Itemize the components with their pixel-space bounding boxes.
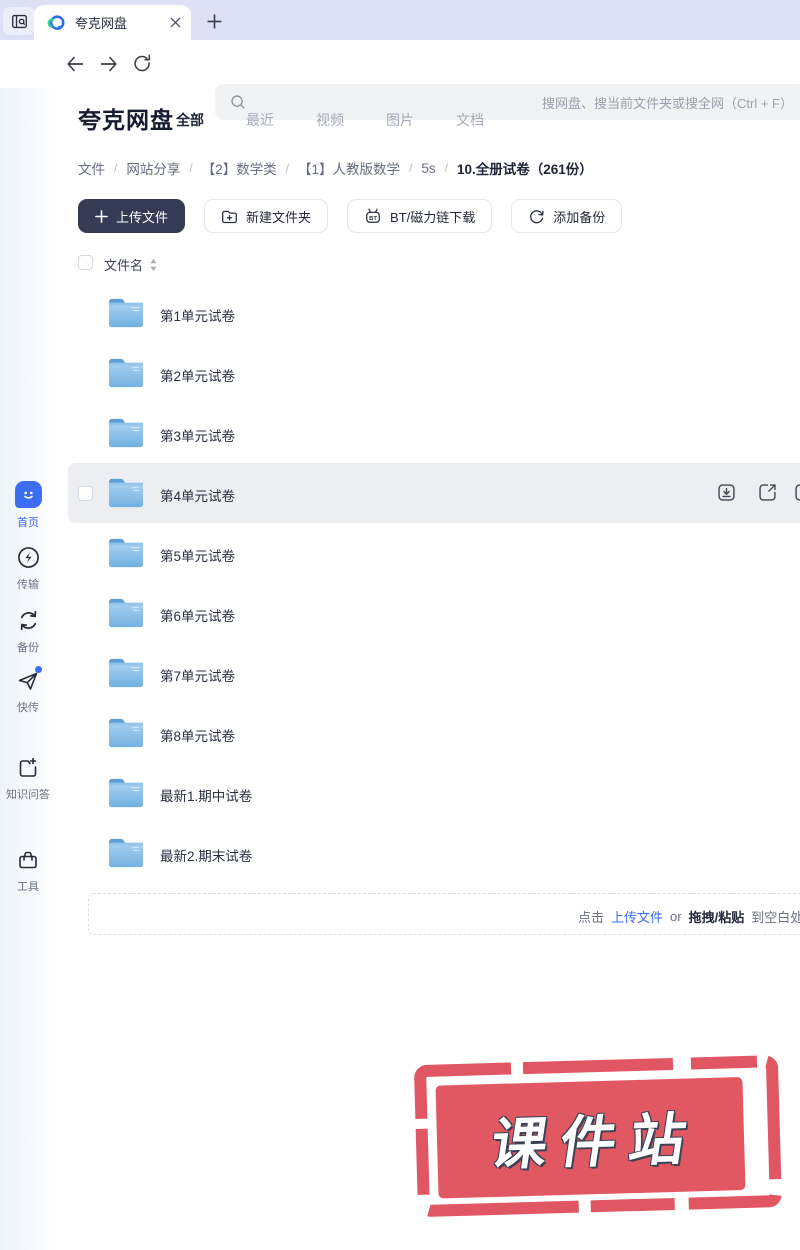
folder-icon — [106, 475, 145, 510]
refresh-icon[interactable] — [132, 53, 153, 79]
watermark-stamp: 课件站 — [410, 1051, 792, 1225]
file-row[interactable]: 第1单元试卷 — [0, 283, 800, 343]
tab-search-icon[interactable] — [3, 7, 35, 35]
browser-tab[interactable]: 夸克网盘 — [34, 5, 191, 40]
sort-icon[interactable] — [149, 258, 158, 277]
folder-icon — [106, 775, 145, 810]
download-icon[interactable] — [716, 482, 737, 508]
folder-icon — [106, 415, 145, 450]
tab-all[interactable]: 全部 — [176, 110, 204, 130]
action-bar: 上传文件 新建文件夹 BT BT/磁力链下载 添加备份 — [78, 199, 623, 233]
file-list: 第1单元试卷 第2单元试卷 第3单元试卷 第4单元试卷 第5单元试卷 第6单元试… — [0, 283, 800, 883]
add-backup-icon — [528, 208, 545, 225]
file-name: 第3单元试卷 — [160, 429, 236, 444]
breadcrumb-separator: / — [189, 161, 193, 175]
open-external-icon[interactable] — [757, 482, 778, 508]
file-name: 第8单元试卷 — [160, 729, 236, 744]
file-name: 第2单元试卷 — [160, 369, 236, 384]
new-folder-icon — [221, 208, 238, 225]
select-all-checkbox[interactable] — [78, 255, 93, 270]
new-folder-label: 新建文件夹 — [246, 209, 312, 225]
new-tab-icon[interactable] — [203, 10, 225, 32]
add-backup-label: 添加备份 — [553, 209, 606, 225]
tab-document[interactable]: 文档 — [456, 110, 484, 130]
forward-icon[interactable] — [98, 53, 120, 80]
tab-image[interactable]: 图片 — [386, 110, 414, 130]
breadcrumb-separator: / — [409, 161, 413, 175]
tab-recent[interactable]: 最近 — [246, 110, 274, 130]
upload-hint-text: 到空白处上传 — [751, 910, 800, 925]
bt-magnet-icon: BT — [364, 207, 382, 225]
file-name: 第6单元试卷 — [160, 609, 236, 624]
file-row[interactable]: 第8单元试卷 — [0, 703, 800, 763]
breadcrumb-separator: / — [444, 161, 449, 175]
quark-logo-icon — [46, 13, 66, 33]
upload-hint-text: or — [670, 909, 682, 924]
back-icon[interactable] — [64, 53, 86, 80]
folder-icon — [106, 535, 145, 570]
file-name: 第5单元试卷 — [160, 549, 236, 564]
file-row[interactable]: 第5单元试卷 — [0, 523, 800, 583]
svg-text:BT: BT — [369, 216, 377, 222]
file-name: 第4单元试卷 — [160, 489, 236, 504]
browser-window: 夸克网盘 搜网盘、搜当前文件夹或搜全网（Ctrl + F） 首页 传输 备份 快… — [0, 0, 800, 1250]
tab-title: 夸克网盘 — [75, 16, 128, 31]
close-tab-icon[interactable] — [170, 17, 181, 28]
folder-icon — [106, 835, 145, 870]
upload-hint: 点击 上传文件 or 拖拽/粘贴 到空白处上传 — [578, 907, 800, 926]
file-row[interactable]: 第7单元试卷 — [0, 643, 800, 703]
breadcrumb: 文件 / 网站分享 / 【2】数学类 / 【1】人教版数学 / 5s / 10.… — [78, 158, 593, 178]
folder-icon — [106, 355, 145, 390]
browser-tab-bar: 夸克网盘 — [0, 0, 800, 40]
breadcrumb-item[interactable]: 【1】人教版数学 — [298, 158, 400, 178]
file-row[interactable]: 第6单元试卷 — [0, 583, 800, 643]
action-icon-partial[interactable] — [793, 482, 800, 508]
file-list-header: 文件名 — [0, 250, 800, 278]
search-icon — [229, 93, 247, 111]
watermark-text: 课件站 — [486, 1107, 704, 1177]
breadcrumb-item[interactable]: 网站分享 — [126, 158, 180, 178]
bt-magnet-label: BT/磁力链下载 — [390, 209, 476, 225]
upload-hint-drag: 拖拽/粘贴 — [688, 910, 745, 925]
upload-hint-text: 点击 — [578, 910, 605, 925]
file-row[interactable]: 最新2.期末试卷 — [0, 823, 800, 883]
file-row[interactable]: 第3单元试卷 — [0, 403, 800, 463]
folder-icon — [106, 295, 145, 330]
breadcrumb-item[interactable]: 5s — [421, 161, 435, 176]
search-placeholder: 搜网盘、搜当前文件夹或搜全网（Ctrl + F） — [542, 95, 793, 111]
bt-magnet-download-button[interactable]: BT BT/磁力链下载 — [347, 199, 493, 233]
file-name: 最新2.期末试卷 — [160, 849, 253, 864]
breadcrumb-item[interactable]: 文件 — [78, 158, 105, 178]
tab-video[interactable]: 视频 — [316, 110, 344, 130]
file-row[interactable]: 第2单元试卷 — [0, 343, 800, 403]
browser-toolbar: 搜网盘、搜当前文件夹或搜全网（Ctrl + F） — [0, 40, 800, 120]
breadcrumb-separator: / — [114, 161, 118, 175]
add-backup-button[interactable]: 添加备份 — [511, 199, 623, 233]
file-name: 第1单元试卷 — [160, 309, 236, 324]
row-checkbox[interactable] — [78, 486, 93, 501]
upload-file-button[interactable]: 上传文件 — [78, 199, 186, 233]
folder-icon — [106, 715, 145, 750]
plus-icon — [95, 209, 108, 223]
folder-icon — [106, 595, 145, 630]
new-folder-button[interactable]: 新建文件夹 — [204, 199, 329, 233]
file-row[interactable]: 最新1.期中试卷 — [0, 763, 800, 823]
file-name: 第7单元试卷 — [160, 669, 236, 684]
upload-file-label: 上传文件 — [116, 209, 169, 225]
breadcrumb-separator: / — [285, 161, 290, 175]
folder-icon — [106, 655, 145, 690]
file-name: 最新1.期中试卷 — [160, 789, 253, 804]
filename-column-header[interactable]: 文件名 — [104, 255, 143, 274]
file-row-hovered[interactable]: 第4单元试卷 — [0, 463, 800, 523]
upload-file-link[interactable]: 上传文件 — [611, 907, 663, 926]
view-tabs: 全部 最近 视频 图片 文档 — [176, 110, 484, 130]
breadcrumb-item[interactable]: 【2】数学类 — [202, 158, 277, 178]
breadcrumb-current: 10.全册试卷（261份） — [457, 162, 593, 177]
app-logo: 夸克网盘 — [78, 107, 174, 133]
